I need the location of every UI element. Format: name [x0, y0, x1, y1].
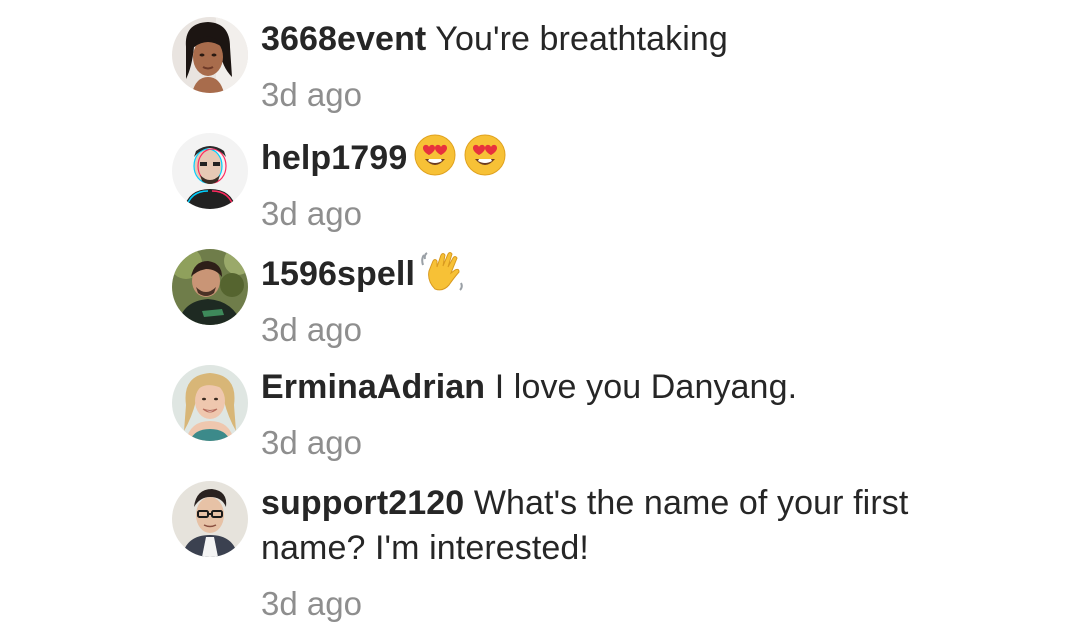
comment-item: ErminaAdrian I love you Danyang. 3d ago [172, 365, 1021, 463]
waving-hand-emoji-icon [421, 249, 465, 293]
comment-item: support2120 What's the name of your firs… [172, 481, 1021, 624]
comment-text: support2120 What's the name of your firs… [261, 481, 1021, 571]
comment-text: ErminaAdrian I love you Danyang. [261, 365, 1021, 410]
comment-username[interactable]: 3668event [261, 20, 426, 58]
comment-item: help1799 3d ago [172, 133, 1021, 234]
comment-timestamp[interactable]: 3d ago [261, 194, 1021, 234]
avatar[interactable] [172, 133, 248, 209]
comment-item: 3668event You're breathtaking 3d ago [172, 17, 1021, 115]
comment-username[interactable]: help1799 [261, 139, 407, 177]
comment-text: 3668event You're breathtaking [261, 17, 1021, 62]
comment-item: 1596spell 3d ago [172, 249, 1021, 350]
avatar[interactable] [172, 249, 248, 325]
comment-username[interactable]: ErminaAdrian [261, 368, 485, 406]
comment-text: help1799 [261, 133, 1021, 181]
avatar[interactable] [172, 17, 248, 93]
avatar[interactable] [172, 365, 248, 441]
avatar[interactable] [172, 481, 248, 557]
comment-timestamp[interactable]: 3d ago [261, 423, 1021, 463]
heart-eyes-emoji-icon [463, 133, 507, 177]
comment-timestamp[interactable]: 3d ago [261, 584, 1021, 624]
comment-timestamp[interactable]: 3d ago [261, 75, 1021, 115]
comment-username[interactable]: support2120 [261, 484, 464, 522]
comment-message: You're breathtaking [435, 20, 728, 58]
comment-message: I love you Danyang. [494, 368, 798, 406]
comment-text: 1596spell [261, 249, 1021, 297]
heart-eyes-emoji-icon [413, 133, 457, 177]
comment-timestamp[interactable]: 3d ago [261, 310, 1021, 350]
comment-username[interactable]: 1596spell [261, 255, 415, 293]
